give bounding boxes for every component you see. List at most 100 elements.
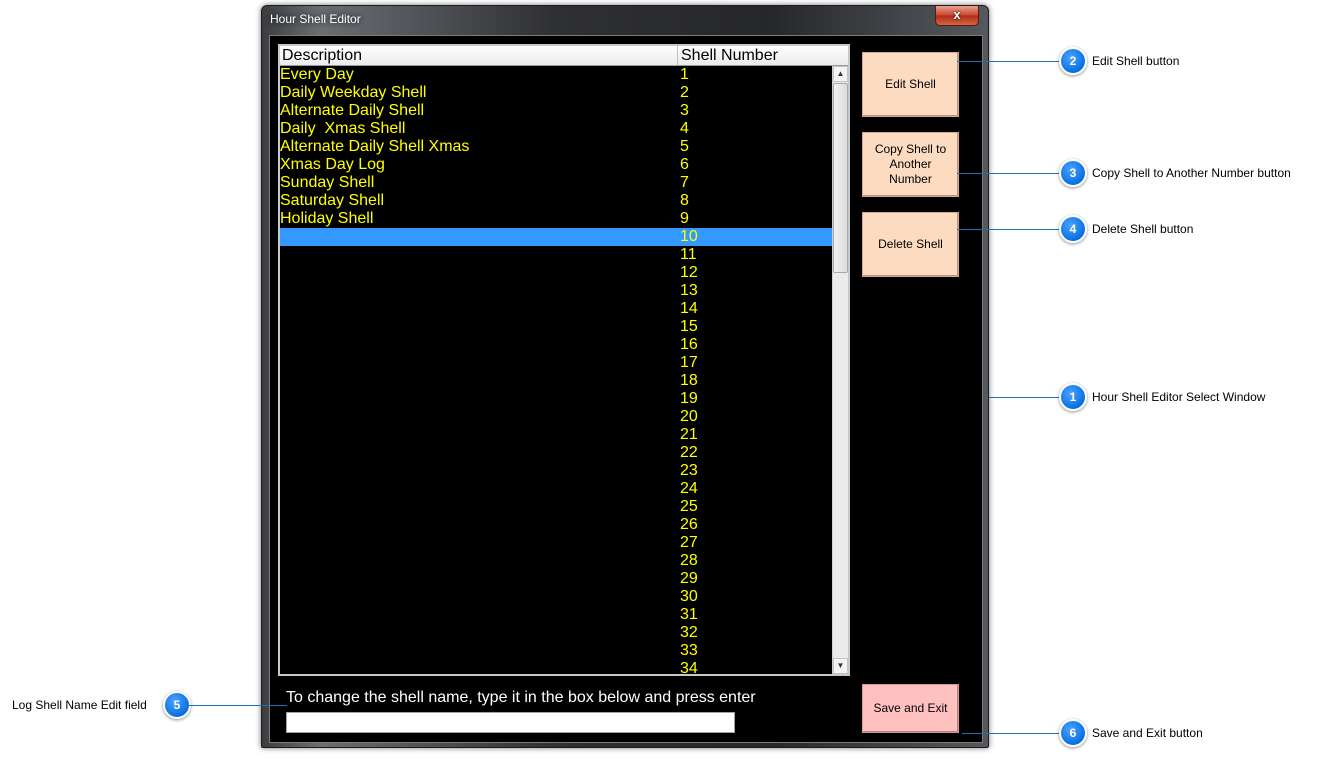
- table-row[interactable]: Sunday Shell 7: [280, 174, 832, 192]
- table-row[interactable]: 17: [280, 354, 832, 372]
- row-description: Saturday Shell: [280, 192, 385, 209]
- row-shell-number: 14: [680, 300, 698, 317]
- row-description: Alternate Daily Shell: [280, 102, 425, 119]
- scroll-up-arrow-icon[interactable]: ▲: [833, 66, 848, 82]
- table-row[interactable]: 33: [280, 642, 832, 660]
- row-shell-number: 1: [680, 66, 689, 83]
- list-header: Description Shell Number: [280, 46, 848, 66]
- row-description: Holiday Shell: [280, 210, 374, 227]
- list-rows: Every Day 1 Daily Weekday Shell 2 Alternate …: [280, 66, 832, 674]
- row-shell-number: 25: [680, 498, 698, 515]
- table-row[interactable]: 21: [280, 426, 832, 444]
- table-row[interactable]: Saturday Shell 8: [280, 192, 832, 210]
- callout-2-label: Edit Shell button: [1092, 54, 1180, 68]
- callout-6-label: Save and Exit button: [1092, 726, 1203, 740]
- table-row[interactable]: 27: [280, 534, 832, 552]
- row-shell-number: 34: [680, 660, 698, 674]
- vertical-scrollbar[interactable]: ▲ ▼: [832, 66, 848, 674]
- hour-shell-editor-window: Hour Shell Editor x Description Shell Nu…: [261, 5, 989, 748]
- row-description: Daily Xmas Shell: [280, 120, 406, 137]
- name-edit-hint: To change the shell name, type it in the…: [286, 689, 756, 706]
- table-row[interactable]: 23: [280, 462, 832, 480]
- callout-1-line: [989, 397, 1061, 398]
- scroll-down-arrow-icon[interactable]: ▼: [833, 658, 848, 674]
- callout-4-badge: 4: [1059, 215, 1087, 243]
- row-shell-number: 32: [680, 624, 698, 641]
- table-row[interactable]: 12: [280, 264, 832, 282]
- shell-name-input[interactable]: [286, 712, 735, 733]
- window-title: Hour Shell Editor: [270, 12, 361, 26]
- row-description: Sunday Shell: [280, 174, 375, 191]
- shell-list[interactable]: Description Shell Number Every Day 1 Daily…: [278, 44, 850, 676]
- table-row[interactable]: Daily Xmas Shell 4: [280, 120, 832, 138]
- table-row[interactable]: 14: [280, 300, 832, 318]
- callout-6-line: [962, 733, 1061, 734]
- table-row[interactable]: 32: [280, 624, 832, 642]
- table-row[interactable]: 19: [280, 390, 832, 408]
- row-shell-number: 12: [680, 264, 698, 281]
- row-shell-number: 33: [680, 642, 698, 659]
- row-shell-number: 9: [680, 210, 689, 227]
- row-shell-number: 19: [680, 390, 698, 407]
- row-shell-number: 7: [680, 174, 689, 191]
- row-shell-number: 29: [680, 570, 698, 587]
- table-row[interactable]: 28: [280, 552, 832, 570]
- row-shell-number: 3: [680, 102, 689, 119]
- callout-2-badge: 2: [1059, 47, 1087, 75]
- table-row[interactable]: 24: [280, 480, 832, 498]
- row-shell-number: 20: [680, 408, 698, 425]
- copy-shell-button[interactable]: Copy Shell to Another Number: [862, 132, 959, 197]
- row-description: Every Day: [280, 66, 354, 83]
- edit-shell-button[interactable]: Edit Shell: [862, 52, 959, 117]
- row-shell-number: 27: [680, 534, 698, 551]
- row-shell-number: 16: [680, 336, 698, 353]
- callout-5-badge: 5: [163, 691, 191, 719]
- table-row[interactable]: Every Day 1: [280, 66, 832, 84]
- column-divider[interactable]: [677, 46, 678, 65]
- callout-3-badge: 3: [1059, 159, 1087, 187]
- scroll-thumb[interactable]: [833, 83, 848, 273]
- table-row[interactable]: 25: [280, 498, 832, 516]
- table-row[interactable]: 18: [280, 372, 832, 390]
- row-shell-number: 26: [680, 516, 698, 533]
- callout-2-line: [957, 61, 1061, 62]
- table-row[interactable]: 31: [280, 606, 832, 624]
- table-row[interactable]: 15: [280, 318, 832, 336]
- table-row[interactable]: 11: [280, 246, 832, 264]
- table-row[interactable]: 16: [280, 336, 832, 354]
- window-client-area: Description Shell Number Every Day 1 Daily…: [269, 35, 983, 743]
- table-row[interactable]: Daily Weekday Shell 2: [280, 84, 832, 102]
- delete-shell-button[interactable]: Delete Shell: [862, 212, 959, 277]
- table-row[interactable]: 10: [280, 228, 832, 246]
- row-shell-number: 11: [680, 246, 697, 263]
- table-row[interactable]: Alternate Daily Shell Xmas 5: [280, 138, 832, 156]
- callout-5-label: Log Shell Name Edit field: [12, 698, 147, 712]
- row-shell-number: 17: [680, 354, 698, 371]
- callout-4-line: [957, 229, 1061, 230]
- row-description: Xmas Day Log: [280, 156, 385, 173]
- table-row[interactable]: Xmas Day Log 6: [280, 156, 832, 174]
- table-row[interactable]: 26: [280, 516, 832, 534]
- callout-6-badge: 6: [1059, 719, 1087, 747]
- callout-3-line: [957, 173, 1061, 174]
- row-description: Daily Weekday Shell: [280, 84, 427, 101]
- table-row[interactable]: Holiday Shell 9: [280, 210, 832, 228]
- table-row[interactable]: 34: [280, 660, 832, 674]
- table-row[interactable]: Alternate Daily Shell 3: [280, 102, 832, 120]
- close-icon[interactable]: x: [935, 6, 979, 26]
- row-shell-number: 21: [680, 426, 698, 443]
- row-shell-number: 28: [680, 552, 698, 569]
- row-shell-number: 23: [680, 462, 698, 479]
- callout-4-label: Delete Shell button: [1092, 222, 1194, 236]
- save-and-exit-button[interactable]: Save and Exit: [862, 684, 959, 733]
- callout-5-line: [189, 705, 287, 706]
- row-shell-number: 2: [680, 84, 689, 101]
- table-row[interactable]: 22: [280, 444, 832, 462]
- row-shell-number: 5: [680, 138, 689, 155]
- table-row[interactable]: 29: [280, 570, 832, 588]
- table-row[interactable]: 30: [280, 588, 832, 606]
- column-header-shell-number[interactable]: Shell Number: [681, 46, 778, 65]
- column-header-description[interactable]: Description: [282, 46, 362, 65]
- table-row[interactable]: 20: [280, 408, 832, 426]
- table-row[interactable]: 13: [280, 282, 832, 300]
